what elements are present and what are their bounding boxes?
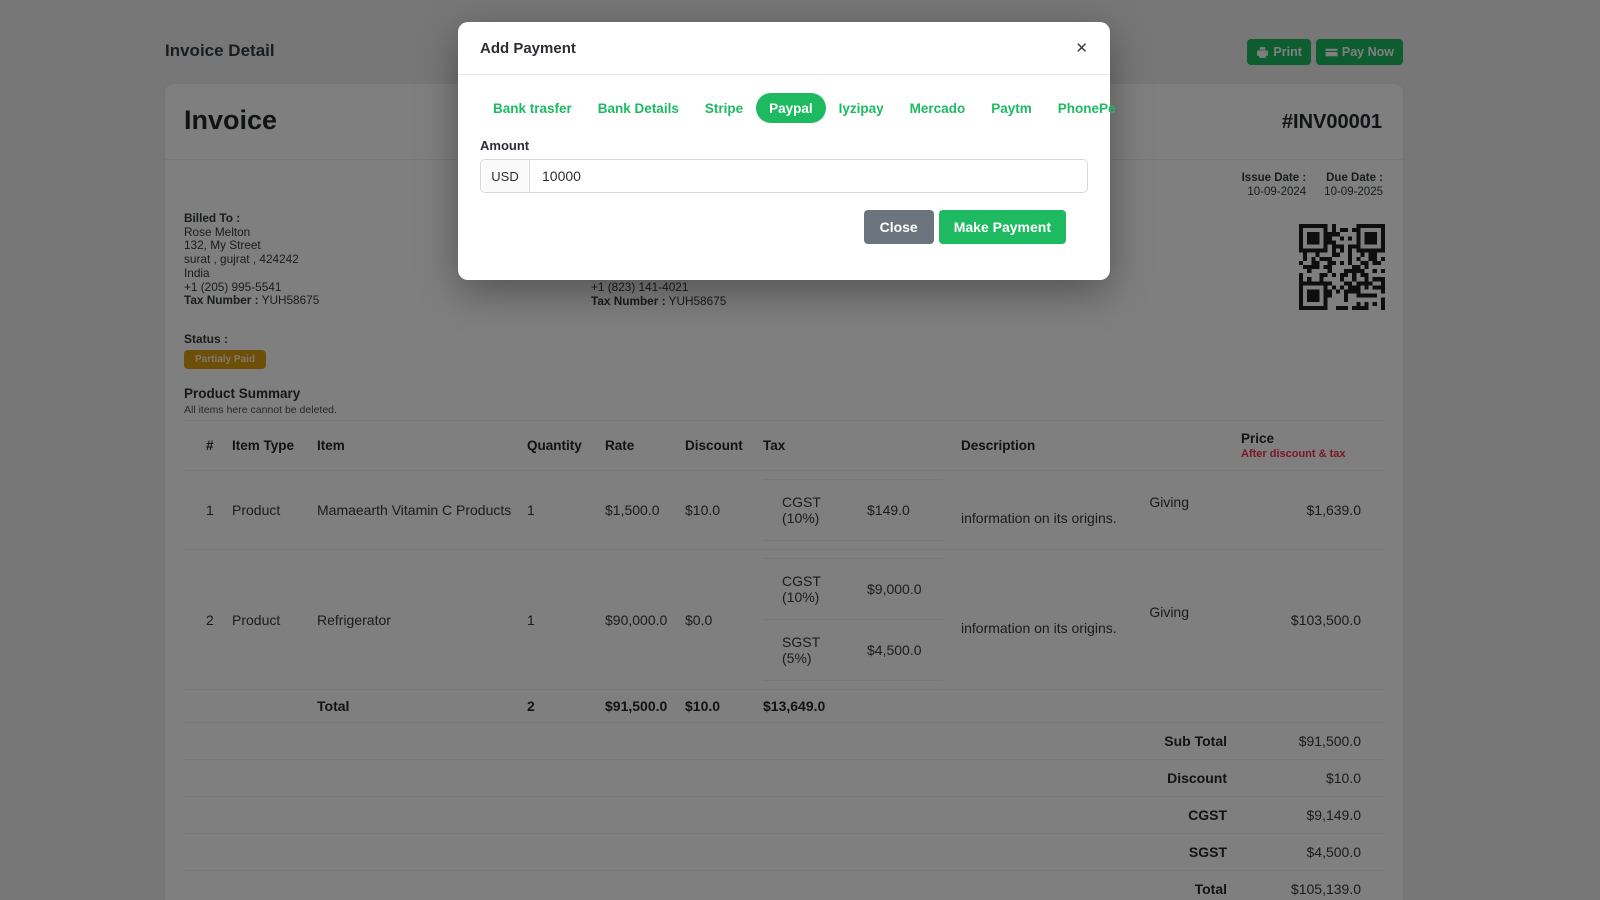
- tab-paytm[interactable]: Paytm: [978, 93, 1045, 123]
- tab-phonepe[interactable]: PhonePe: [1045, 93, 1129, 123]
- close-button[interactable]: Close: [863, 210, 934, 244]
- amount-input-group: USD: [480, 159, 1088, 193]
- amount-input[interactable]: [530, 160, 1087, 192]
- payment-method-tabs: Bank trasfer Bank Details Stripe Paypal …: [480, 93, 1116, 123]
- tab-iyzipay[interactable]: Iyzipay: [826, 93, 897, 123]
- make-payment-button[interactable]: Make Payment: [938, 210, 1066, 244]
- modal-header: Add Payment ✕: [458, 22, 1110, 75]
- close-icon[interactable]: ✕: [1075, 41, 1088, 56]
- tab-paypal[interactable]: Paypal: [756, 93, 826, 123]
- tab-bank-transfer[interactable]: Bank trasfer: [480, 93, 585, 123]
- add-payment-modal: Add Payment ✕ Bank trasfer Bank Details …: [458, 22, 1116, 280]
- modal-footer: Close Make Payment: [480, 193, 1088, 244]
- amount-label: Amount: [480, 138, 530, 153]
- currency-addon: USD: [481, 160, 530, 192]
- tab-bank-details[interactable]: Bank Details: [585, 93, 692, 123]
- tab-mercado[interactable]: Mercado: [897, 93, 979, 123]
- modal-body: Bank trasfer Bank Details Stripe Paypal …: [458, 75, 1116, 244]
- modal-title: Add Payment: [480, 39, 576, 57]
- tab-stripe[interactable]: Stripe: [692, 93, 756, 123]
